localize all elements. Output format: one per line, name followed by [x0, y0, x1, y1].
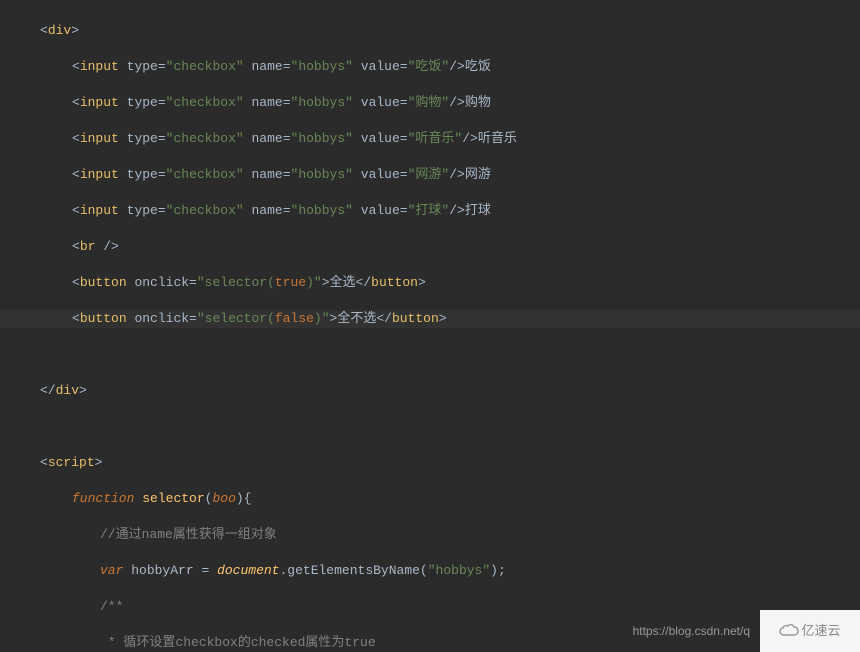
code-line	[0, 346, 860, 364]
code-line: <input type="checkbox" name="hobbys" val…	[0, 202, 860, 220]
keyword-var: var	[100, 563, 123, 578]
code-line: </div>	[0, 382, 860, 400]
tag-br: br	[80, 239, 96, 254]
logo-badge: 亿速云	[760, 610, 860, 652]
code-line: <input type="checkbox" name="hobbys" val…	[0, 94, 860, 112]
code-line: var hobbyArr = document.getElementsByNam…	[0, 562, 860, 580]
code-line: <br />	[0, 238, 860, 256]
code-line: function selector(boo){	[0, 490, 860, 508]
tag-input: input	[80, 59, 119, 74]
cloud-icon	[779, 621, 799, 641]
keyword-function: function	[72, 491, 134, 506]
tag-button: button	[80, 275, 127, 290]
function-name: selector	[142, 491, 204, 506]
code-line: <div>	[0, 22, 860, 40]
code-line: <input type="checkbox" name="hobbys" val…	[0, 58, 860, 76]
object-document: document	[217, 563, 279, 578]
watermark-url: https://blog.csdn.net/q	[633, 622, 750, 640]
code-line: <script>	[0, 454, 860, 472]
comment: //通过name属性获得一组对象	[100, 527, 277, 542]
tag-script: script	[48, 455, 95, 470]
code-line: <button onclick="selector(true)">全选</but…	[0, 274, 860, 292]
code-line	[0, 418, 860, 436]
code-line: <input type="checkbox" name="hobbys" val…	[0, 130, 860, 148]
logo-text: 亿速云	[801, 622, 840, 640]
tag-div: div	[48, 23, 71, 38]
code-line-highlighted: <button onclick="selector(false)">全不选</b…	[0, 310, 860, 328]
param-boo: boo	[212, 491, 235, 506]
code-line: //通过name属性获得一组对象	[0, 526, 860, 544]
code-editor: <div> <input type="checkbox" name="hobby…	[0, 0, 860, 652]
code-line: /**	[0, 598, 860, 616]
code-line: <input type="checkbox" name="hobbys" val…	[0, 166, 860, 184]
